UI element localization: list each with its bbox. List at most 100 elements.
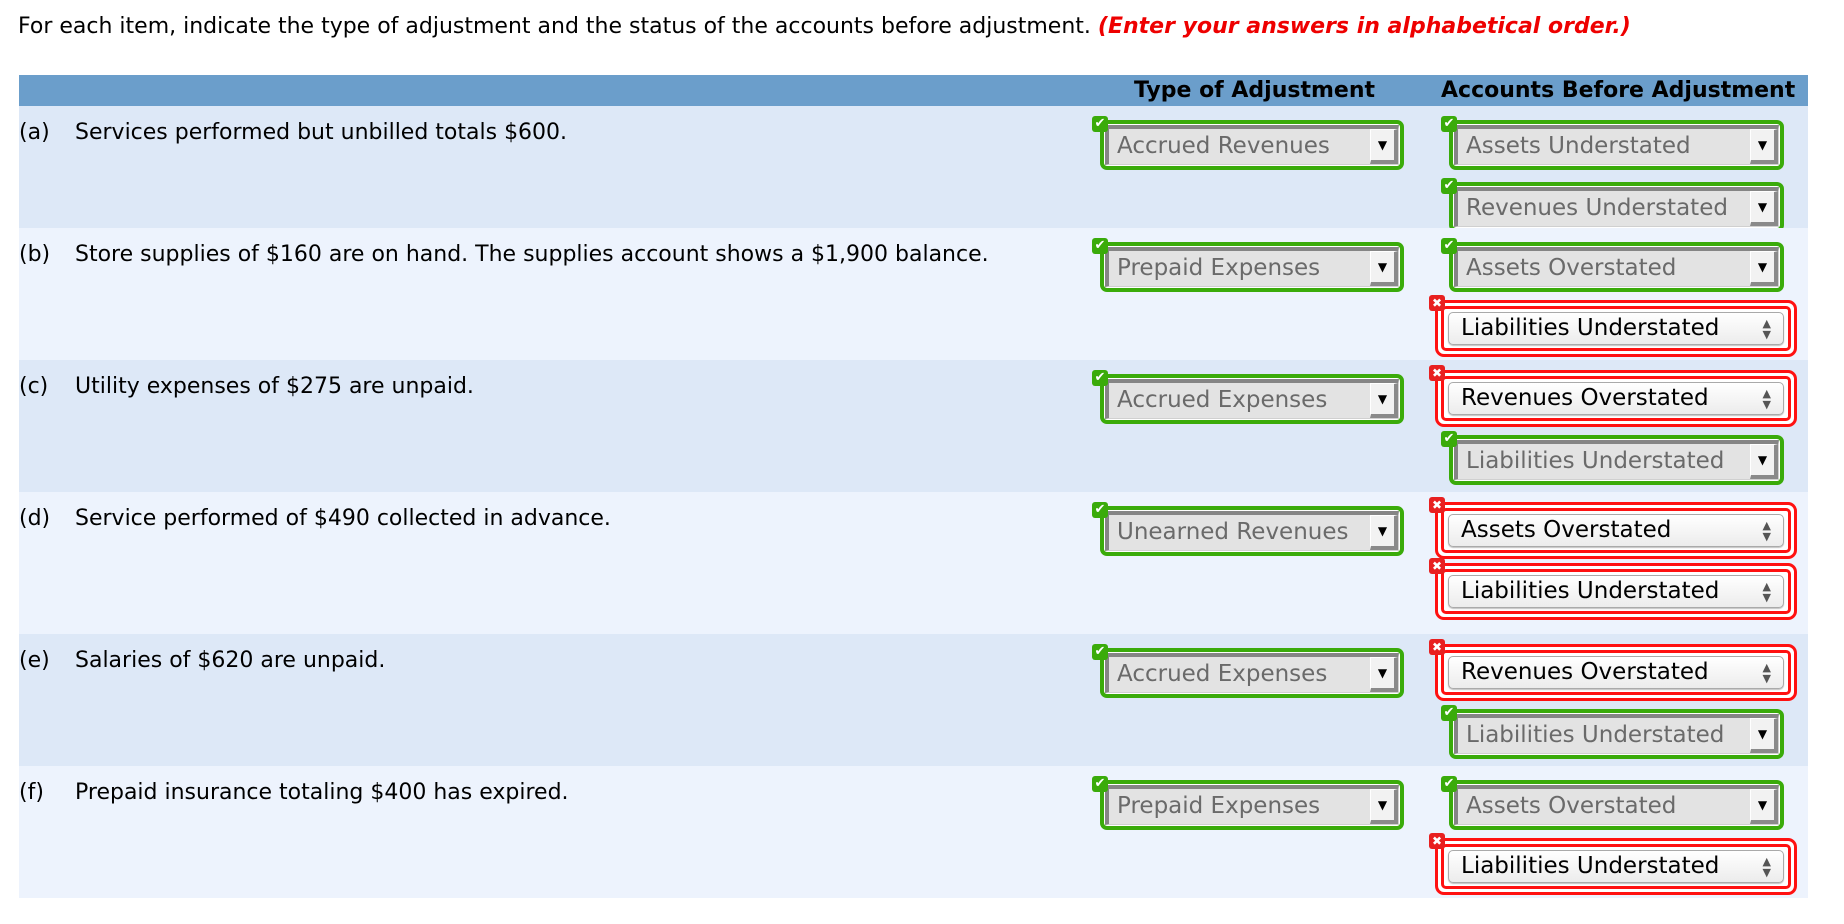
account-status-select-correct[interactable]: Liabilities Understated ▼ ✔	[1441, 705, 1784, 759]
table-row: (b) Store supplies of $160 are on hand. T…	[19, 228, 1808, 360]
chevron-down-icon[interactable]: ▼	[1370, 383, 1398, 418]
correct-answer-frame: Unearned Revenues ▼	[1100, 506, 1404, 556]
check-icon: ✔	[1441, 238, 1457, 254]
dropdown[interactable]: Liabilities Understated ▼	[1454, 714, 1779, 754]
account-status-select-incorrect[interactable]: Liabilities Understated ▲ ▼ ✖	[1429, 558, 1797, 620]
type-of-adjustment-select-correct[interactable]: Unearned Revenues ▼ ✔	[1092, 502, 1404, 556]
account-status-select-correct[interactable]: Revenues Understated ▼ ✔	[1441, 178, 1784, 232]
item-letter: (e)	[19, 648, 50, 673]
check-icon: ✔	[1441, 116, 1457, 132]
incorrect-answer-frame: Liabilities Understated ▲ ▼	[1435, 300, 1797, 357]
item-letter: (f)	[19, 780, 44, 805]
incorrect-answer-frame: Assets Overstated ▲ ▼	[1435, 502, 1797, 559]
type-of-adjustment-select-correct[interactable]: Prepaid Expenses ▼ ✔	[1092, 776, 1404, 830]
chevron-down-icon[interactable]: ▼	[1750, 789, 1778, 824]
table-row: (f) Prepaid insurance totaling $400 has e…	[19, 766, 1808, 898]
dropdown[interactable]: Unearned Revenues ▼	[1105, 511, 1399, 551]
x-icon: ✖	[1429, 639, 1445, 655]
up-down-arrows-icon[interactable]: ▲ ▼	[1763, 851, 1771, 882]
incorrect-answer-frame: Revenues Overstated ▲ ▼	[1435, 644, 1797, 701]
table-row: (a) Services performed but unbilled total…	[19, 106, 1808, 232]
type-of-adjustment-select-correct[interactable]: Prepaid Expenses ▼ ✔	[1092, 238, 1404, 292]
up-down-arrows-icon[interactable]: ▲ ▼	[1763, 383, 1771, 414]
chevron-down-icon[interactable]: ▼	[1750, 251, 1778, 286]
item-letter: (c)	[19, 374, 49, 399]
selected-value: Assets Understated	[1466, 133, 1691, 159]
account-status-select-incorrect[interactable]: Liabilities Understated ▲ ▼ ✖	[1429, 295, 1797, 357]
x-icon: ✖	[1429, 833, 1445, 849]
item-description: (a) Services performed but unbilled total…	[19, 120, 567, 146]
dropdown[interactable]: Liabilities Understated ▲ ▼	[1448, 850, 1784, 883]
account-status-select-correct[interactable]: Assets Overstated ▼ ✔	[1441, 776, 1784, 830]
chevron-down-icon[interactable]: ▼	[1750, 718, 1778, 753]
correct-answer-frame: Assets Overstated ▼	[1449, 242, 1784, 292]
up-down-arrows-icon[interactable]: ▲ ▼	[1763, 313, 1771, 344]
account-status-select-correct[interactable]: Assets Understated ▼ ✔	[1441, 116, 1784, 170]
item-text: Prepaid insurance totaling $400 has expi…	[75, 780, 569, 805]
check-icon: ✔	[1441, 431, 1457, 447]
dropdown[interactable]: Liabilities Understated ▲ ▼	[1448, 575, 1784, 608]
x-icon: ✖	[1429, 365, 1445, 381]
x-icon: ✖	[1429, 558, 1445, 574]
up-down-arrows-icon[interactable]: ▲ ▼	[1763, 657, 1771, 688]
dropdown[interactable]: Assets Overstated ▲ ▼	[1448, 514, 1784, 547]
type-of-adjustment-select-correct[interactable]: Accrued Expenses ▼ ✔	[1092, 644, 1404, 698]
selected-value: Prepaid Expenses	[1117, 255, 1321, 281]
account-status-select-incorrect[interactable]: Liabilities Understated ▲ ▼ ✖	[1429, 833, 1797, 895]
selected-value: Revenues Overstated	[1461, 659, 1709, 685]
selected-value: Revenues Understated	[1466, 195, 1728, 221]
x-icon: ✖	[1429, 295, 1445, 311]
correct-answer-frame: Liabilities Understated ▼	[1449, 435, 1784, 485]
dropdown[interactable]: Assets Overstated ▼	[1454, 785, 1779, 825]
type-of-adjustment-select-correct[interactable]: Accrued Revenues ▼ ✔	[1092, 116, 1404, 170]
account-status-select-incorrect[interactable]: Assets Overstated ▲ ▼ ✖	[1429, 497, 1797, 559]
correct-answer-frame: Accrued Expenses ▼	[1100, 648, 1404, 698]
selected-value: Liabilities Understated	[1466, 448, 1725, 474]
item-description: (b) Store supplies of $160 are on hand. T…	[19, 242, 989, 268]
check-icon: ✔	[1441, 705, 1457, 721]
up-down-arrows-icon[interactable]: ▲ ▼	[1763, 515, 1771, 546]
chevron-down-icon[interactable]: ▼	[1750, 129, 1778, 164]
chevron-down-icon[interactable]: ▼	[1750, 191, 1778, 226]
item-letter: (a)	[19, 120, 50, 145]
incorrect-answer-inner-frame: Revenues Overstated ▲ ▼	[1441, 650, 1791, 695]
chevron-down-icon[interactable]: ▼	[1750, 444, 1778, 479]
dropdown[interactable]: Revenues Overstated ▲ ▼	[1448, 382, 1784, 415]
instructions-text: For each item, indicate the type of adju…	[18, 14, 1091, 39]
dropdown[interactable]: Revenues Understated ▼	[1454, 187, 1779, 227]
selected-value: Accrued Revenues	[1117, 133, 1330, 159]
incorrect-answer-frame: Liabilities Understated ▲ ▼	[1435, 563, 1797, 620]
dropdown[interactable]: Revenues Overstated ▲ ▼	[1448, 656, 1784, 689]
dropdown[interactable]: Liabilities Understated ▼	[1454, 440, 1779, 480]
account-status-select-correct[interactable]: Assets Overstated ▼ ✔	[1441, 238, 1784, 292]
adjustments-table: Type of Adjustment Accounts Before Adjus…	[19, 75, 1808, 898]
dropdown[interactable]: Accrued Expenses ▼	[1105, 379, 1399, 419]
incorrect-answer-inner-frame: Liabilities Understated ▲ ▼	[1441, 569, 1791, 614]
dropdown[interactable]: Accrued Expenses ▼	[1105, 653, 1399, 693]
chevron-down-icon[interactable]: ▼	[1370, 789, 1398, 824]
dropdown[interactable]: Assets Overstated ▼	[1454, 247, 1779, 287]
table-row: (c) Utility expenses of $275 are unpaid. A…	[19, 360, 1808, 492]
chevron-down-icon[interactable]: ▼	[1370, 129, 1398, 164]
correct-answer-frame: Revenues Understated ▼	[1449, 182, 1784, 232]
account-status-select-incorrect[interactable]: Revenues Overstated ▲ ▼ ✖	[1429, 639, 1797, 701]
dropdown[interactable]: Assets Understated ▼	[1454, 125, 1779, 165]
account-status-select-incorrect[interactable]: Revenues Overstated ▲ ▼ ✖	[1429, 365, 1797, 427]
dropdown[interactable]: Prepaid Expenses ▼	[1105, 247, 1399, 287]
type-of-adjustment-select-correct[interactable]: Accrued Expenses ▼ ✔	[1092, 370, 1404, 424]
item-description: (e) Salaries of $620 are unpaid.	[19, 648, 385, 674]
dropdown[interactable]: Prepaid Expenses ▼	[1105, 785, 1399, 825]
account-status-select-correct[interactable]: Liabilities Understated ▼ ✔	[1441, 431, 1784, 485]
dropdown[interactable]: Accrued Revenues ▼	[1105, 125, 1399, 165]
chevron-down-icon[interactable]: ▼	[1370, 657, 1398, 692]
dropdown[interactable]: Liabilities Understated ▲ ▼	[1448, 312, 1784, 345]
correct-answer-frame: Accrued Revenues ▼	[1100, 120, 1404, 170]
instructions-emphasis: (Enter your answers in alphabetical orde…	[1097, 14, 1631, 39]
check-icon: ✔	[1441, 776, 1457, 792]
table-row: (e) Salaries of $620 are unpaid. Accrued E…	[19, 634, 1808, 766]
chevron-down-icon[interactable]: ▼	[1370, 515, 1398, 550]
selected-value: Prepaid Expenses	[1117, 793, 1321, 819]
chevron-down-icon[interactable]: ▼	[1370, 251, 1398, 286]
incorrect-answer-inner-frame: Liabilities Understated ▲ ▼	[1441, 844, 1791, 889]
up-down-arrows-icon[interactable]: ▲ ▼	[1763, 576, 1771, 607]
